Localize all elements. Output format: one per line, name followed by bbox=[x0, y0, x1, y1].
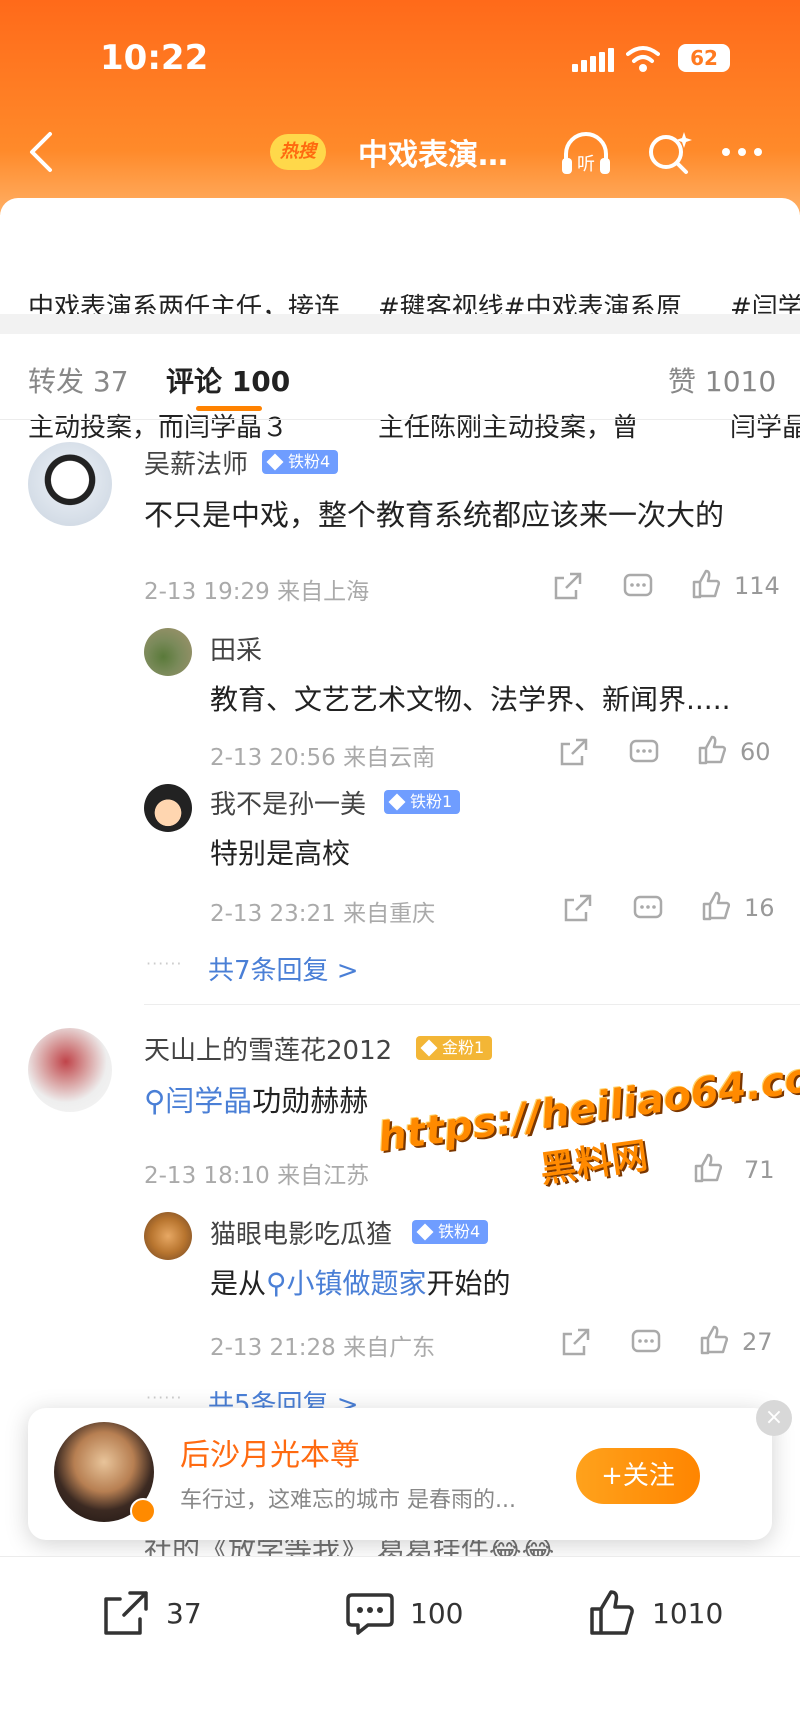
section-gap bbox=[0, 314, 800, 334]
like-button[interactable]: 1010 bbox=[586, 1585, 723, 1641]
search-link-text[interactable]: 小镇做题家 bbox=[287, 1267, 427, 1300]
wifi-icon bbox=[626, 46, 660, 72]
like-icon[interactable] bbox=[700, 890, 732, 922]
popup-description: 车行过，这难忘的城市 是春雨的... bbox=[180, 1488, 516, 1513]
reply-text: 特别是高校 bbox=[210, 837, 351, 870]
share-icon[interactable] bbox=[558, 736, 590, 768]
like-icon[interactable] bbox=[690, 568, 722, 600]
comment-divider bbox=[144, 1004, 800, 1005]
svg-text:听: 听 bbox=[577, 154, 595, 175]
fan-badge: 金粉1 bbox=[416, 1036, 493, 1060]
avatar[interactable] bbox=[144, 628, 192, 676]
follow-button[interactable]: +关注 bbox=[576, 1448, 700, 1504]
like-count: 60 bbox=[740, 738, 771, 766]
like-icon[interactable] bbox=[696, 734, 728, 766]
search-link-text[interactable]: 闫学晶 bbox=[165, 1084, 252, 1118]
share-icon[interactable] bbox=[552, 570, 584, 602]
battery-indicator: 62 bbox=[678, 44, 730, 72]
comment-count: 100 bbox=[410, 1596, 464, 1630]
reply-meta: 2-13 21:28 来自广东 bbox=[210, 1335, 436, 1361]
view-more-replies[interactable]: 共7条回复 > bbox=[208, 950, 359, 987]
reply-text: 是从⚲小镇做题家开始的 bbox=[210, 1262, 511, 1302]
bottom-action-bar: 37 100 1010 bbox=[0, 1556, 800, 1736]
reply-username[interactable]: 我不是孙一美 bbox=[210, 784, 366, 821]
reply-username[interactable]: 田采 bbox=[210, 630, 262, 667]
reply-icon[interactable] bbox=[630, 1326, 662, 1358]
avatar[interactable] bbox=[28, 442, 112, 526]
avatar[interactable] bbox=[144, 1212, 192, 1260]
thumbs-up-icon bbox=[590, 1590, 634, 1635]
repost-icon bbox=[104, 1591, 148, 1635]
more-options-icon[interactable] bbox=[722, 142, 772, 162]
follow-suggestion-popup: 后沙月光本尊 车行过，这难忘的城市 是春雨的... +关注 × bbox=[28, 1400, 792, 1540]
back-arrow-icon[interactable] bbox=[22, 130, 62, 174]
hot-search-badge[interactable]: 热搜 bbox=[270, 134, 326, 170]
search-link[interactable]: ⚲小镇做题家 bbox=[266, 1267, 427, 1300]
reply-text: 教育、文艺艺术文物、法学界、新闻界..... bbox=[210, 683, 731, 716]
comment-item: 吴薪法师 铁粉4 不只是中戏，整个教育系统都应该来一次大的 2-13 19:29… bbox=[0, 420, 800, 1010]
comment-username[interactable]: 吴薪法师 bbox=[144, 444, 248, 481]
ai-search-icon[interactable] bbox=[644, 128, 694, 178]
page-title: 中戏表演… bbox=[358, 138, 508, 173]
popup-username[interactable]: 后沙月光本尊 bbox=[180, 1430, 360, 1474]
share-icon[interactable] bbox=[560, 1326, 592, 1358]
listen-headphones-icon[interactable]: 听 bbox=[558, 128, 614, 178]
reply-text-pre: 是从 bbox=[210, 1267, 267, 1300]
share-icon[interactable] bbox=[562, 892, 594, 924]
comment-text: 不只是中戏，整个教育系统都应该来一次大的 bbox=[144, 498, 725, 532]
comment-text: ⚲闫学晶功勋赫赫 bbox=[144, 1078, 368, 1120]
fan-badge: 铁粉1 bbox=[384, 790, 461, 814]
like-count: 27 bbox=[742, 1328, 773, 1356]
reply-meta: 2-13 20:56 来自云南 bbox=[210, 745, 436, 771]
active-tab-indicator bbox=[196, 406, 262, 411]
fan-badge: 铁粉4 bbox=[412, 1220, 489, 1244]
comment-username[interactable]: 天山上的雪莲花2012 bbox=[144, 1030, 392, 1067]
verified-badge-icon bbox=[130, 1498, 156, 1524]
like-count: 1010 bbox=[652, 1596, 724, 1630]
comment-meta: 2-13 19:29 来自上海 bbox=[144, 579, 370, 605]
like-count: 114 bbox=[734, 572, 780, 600]
repost-count: 37 bbox=[166, 1596, 202, 1630]
like-icon[interactable] bbox=[698, 1324, 730, 1356]
fan-badge: 铁粉4 bbox=[262, 450, 339, 474]
cellular-signal-icon bbox=[572, 48, 614, 72]
status-time: 10:22 bbox=[100, 38, 209, 78]
avatar[interactable] bbox=[144, 784, 192, 832]
reply-dots: ······ bbox=[146, 1388, 183, 1407]
interaction-tabs: 转发 37 评论 100 赞 1010 bbox=[0, 334, 800, 420]
tab-comments[interactable]: 评论 100 bbox=[166, 360, 290, 400]
nav-bar: 热搜 中戏表演… 听 bbox=[0, 120, 800, 184]
reply-meta: 2-13 23:21 来自重庆 bbox=[210, 901, 436, 927]
search-link[interactable]: ⚲闫学晶 bbox=[144, 1084, 252, 1118]
reply-username[interactable]: 猫眼电影吃瓜猹 bbox=[210, 1214, 392, 1251]
comment-icon bbox=[346, 1593, 394, 1635]
related-topics-strip[interactable]: 中戏表演系两任主任，接连 主动投案，而闫学晶３ #毽客视线#中戏表演系原 主任陈… bbox=[0, 198, 800, 443]
tab-repost[interactable]: 转发 37 bbox=[28, 360, 129, 400]
tab-likes[interactable]: 赞 1010 bbox=[668, 360, 776, 400]
reply-icon[interactable] bbox=[622, 570, 654, 602]
comment-meta: 2-13 18:10 来自江苏 bbox=[144, 1163, 370, 1189]
reply-icon[interactable] bbox=[632, 892, 664, 924]
status-bar: 10:22 62 bbox=[0, 38, 800, 88]
like-count: 16 bbox=[744, 894, 775, 922]
comment-text-rest: 功勋赫赫 bbox=[252, 1084, 369, 1118]
avatar[interactable] bbox=[28, 1028, 112, 1112]
top-header: 10:22 62 热搜 中戏表演… 听 bbox=[0, 0, 800, 215]
comment-button[interactable]: 100 bbox=[344, 1585, 463, 1641]
close-icon[interactable]: × bbox=[756, 1400, 792, 1436]
reply-icon[interactable] bbox=[628, 736, 660, 768]
repost-button[interactable]: 37 bbox=[100, 1585, 202, 1641]
reply-text-post: 开始的 bbox=[426, 1267, 511, 1300]
reply-dots: ······ bbox=[146, 954, 183, 973]
